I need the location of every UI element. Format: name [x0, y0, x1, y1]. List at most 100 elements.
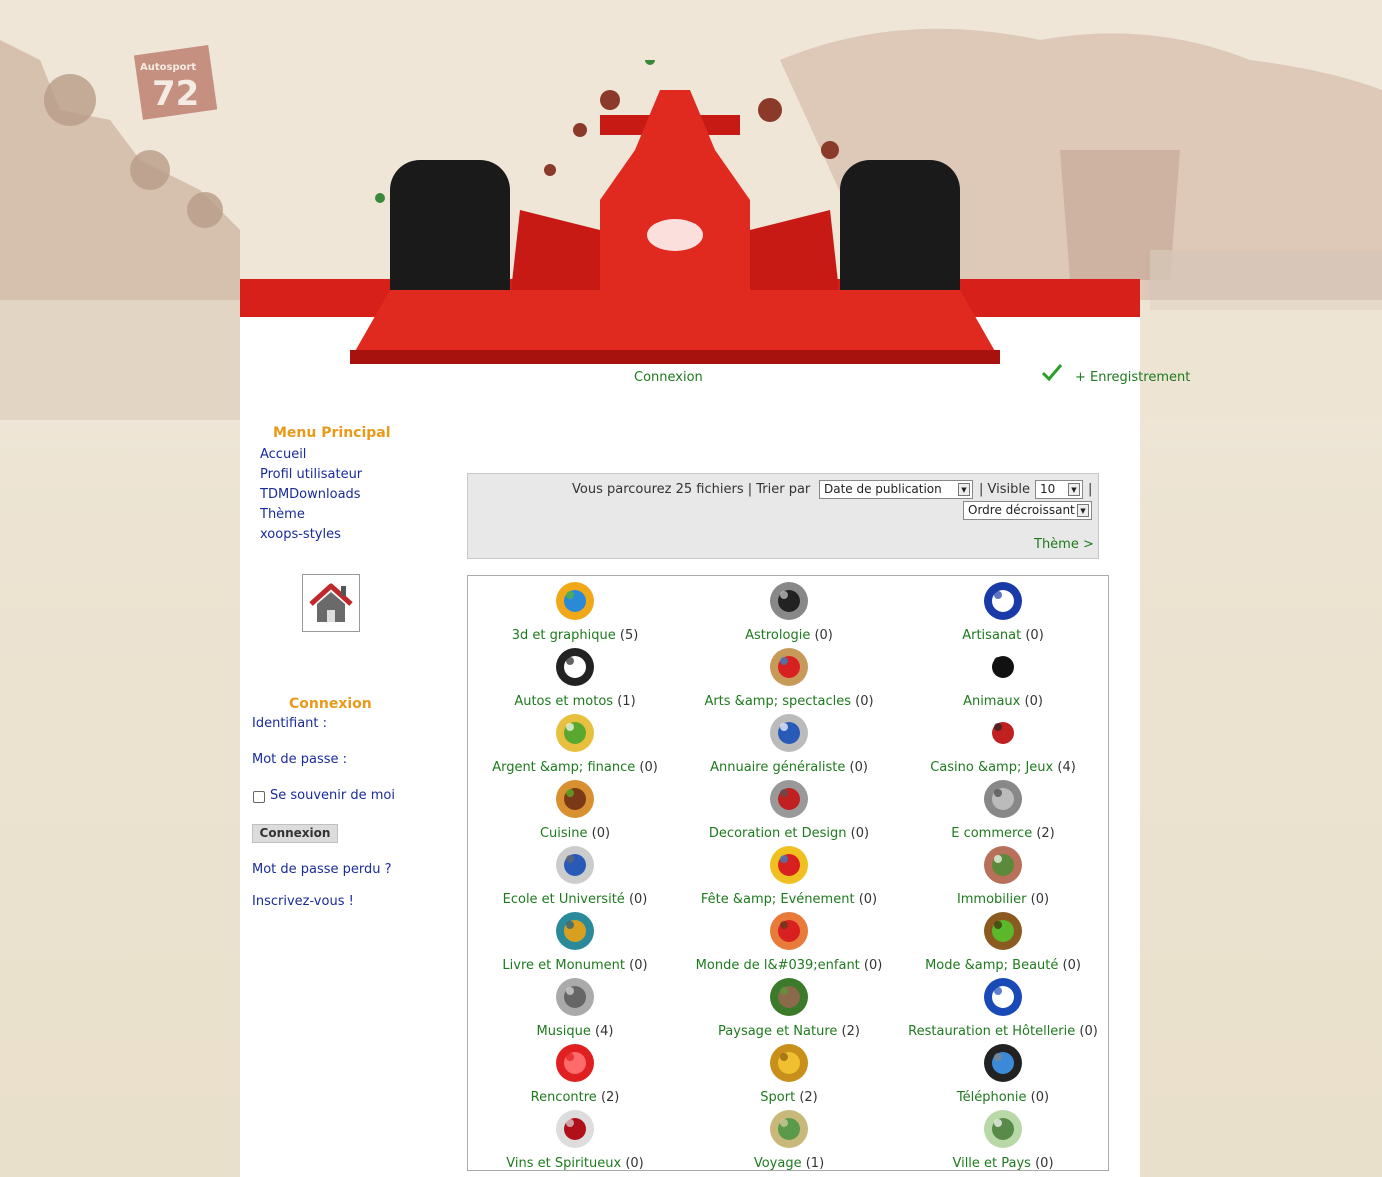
theme-link[interactable]: Thème >	[1034, 537, 1094, 552]
magnifier-icon	[770, 714, 808, 752]
category-name[interactable]: E commerce	[951, 826, 1032, 841]
category-item[interactable]: Astrologie (0)	[682, 578, 896, 644]
menu-item-theme[interactable]: Thème	[260, 507, 305, 522]
category-name[interactable]: Artisanat	[962, 628, 1021, 643]
category-item[interactable]: Annuaire généraliste (0)	[682, 710, 896, 776]
category-label[interactable]: Sport (2)	[682, 1090, 896, 1105]
home-button[interactable]	[302, 574, 360, 632]
category-item[interactable]: Livre et Monument (0)	[468, 908, 682, 974]
category-item[interactable]: 3d et graphique (5)	[468, 578, 682, 644]
category-name[interactable]: Voyage	[754, 1156, 802, 1171]
category-label[interactable]: Animaux (0)	[896, 694, 1110, 709]
category-item[interactable]: Arts &amp; spectacles (0)	[682, 644, 896, 710]
category-label[interactable]: Argent &amp; finance (0)	[468, 760, 682, 775]
category-item[interactable]: Decoration et Design (0)	[682, 776, 896, 842]
category-item[interactable]: Restauration et Hôtellerie (0)	[896, 974, 1110, 1040]
category-item[interactable]: Autos et motos (1)	[468, 644, 682, 710]
category-label[interactable]: Téléphonie (0)	[896, 1090, 1110, 1105]
category-name[interactable]: Immobilier	[957, 892, 1027, 907]
category-name[interactable]: Monde de l&#039;enfant	[696, 958, 860, 973]
category-item[interactable]: Casino &amp; Jeux (4)	[896, 710, 1110, 776]
visible-select[interactable]: 10 ▼	[1035, 480, 1083, 499]
category-item[interactable]: Voyage (1)	[682, 1106, 896, 1172]
category-label[interactable]: Arts &amp; spectacles (0)	[682, 694, 896, 709]
category-name[interactable]: Animaux	[963, 694, 1020, 709]
category-label[interactable]: Musique (4)	[468, 1024, 682, 1039]
category-name[interactable]: Casino &amp; Jeux	[930, 760, 1053, 775]
category-label[interactable]: Astrologie (0)	[682, 628, 896, 643]
lost-password-link[interactable]: Mot de passe perdu ?	[252, 862, 392, 877]
category-name[interactable]: Decoration et Design	[709, 826, 847, 841]
category-item[interactable]: Musique (4)	[468, 974, 682, 1040]
category-label[interactable]: Voyage (1)	[682, 1156, 896, 1171]
category-name[interactable]: Vins et Spiritueux	[506, 1156, 621, 1171]
category-label[interactable]: E commerce (2)	[896, 826, 1110, 841]
category-item[interactable]: E commerce (2)	[896, 776, 1110, 842]
remember-me-checkbox[interactable]	[253, 791, 265, 803]
menu-item-accueil[interactable]: Accueil	[260, 447, 306, 462]
motorbike-icon	[556, 648, 594, 686]
menu-item-tdmdownloads[interactable]: TDMDownloads	[260, 487, 361, 502]
category-name[interactable]: Livre et Monument	[502, 958, 625, 973]
category-item[interactable]: Vins et Spiritueux (0)	[468, 1106, 682, 1172]
category-label[interactable]: Annuaire généraliste (0)	[682, 760, 896, 775]
category-name[interactable]: Sport	[760, 1090, 795, 1105]
category-item[interactable]: Monde de l&#039;enfant (0)	[682, 908, 896, 974]
category-name[interactable]: Argent &amp; finance	[492, 760, 635, 775]
category-label[interactable]: Restauration et Hôtellerie (0)	[896, 1024, 1110, 1039]
header-login-link[interactable]: Connexion	[634, 370, 703, 385]
category-count: (0)	[858, 892, 878, 907]
category-label[interactable]: Mode &amp; Beauté (0)	[896, 958, 1110, 973]
category-name[interactable]: Annuaire généraliste	[710, 760, 845, 775]
category-name[interactable]: Cuisine	[540, 826, 588, 841]
category-label[interactable]: Paysage et Nature (2)	[682, 1024, 896, 1039]
category-label[interactable]: Monde de l&#039;enfant (0)	[682, 958, 896, 973]
category-item[interactable]: Sport (2)	[682, 1040, 896, 1106]
category-label[interactable]: Casino &amp; Jeux (4)	[896, 760, 1110, 775]
category-item[interactable]: Téléphonie (0)	[896, 1040, 1110, 1106]
category-label[interactable]: Ecole et Université (0)	[468, 892, 682, 907]
category-item[interactable]: Argent &amp; finance (0)	[468, 710, 682, 776]
category-label[interactable]: Livre et Monument (0)	[468, 958, 682, 973]
header-register-link[interactable]: + Enregistrement	[1075, 370, 1190, 385]
menu-item-profil[interactable]: Profil utilisateur	[260, 467, 362, 482]
category-name[interactable]: Ville et Pays	[952, 1156, 1031, 1171]
category-label[interactable]: Rencontre (2)	[468, 1090, 682, 1105]
category-name[interactable]: Astrologie	[745, 628, 810, 643]
category-item[interactable]: Animaux (0)	[896, 644, 1110, 710]
category-item[interactable]: Fête &amp; Evénement (0)	[682, 842, 896, 908]
category-label[interactable]: Artisanat (0)	[896, 628, 1110, 643]
category-name[interactable]: Fête &amp; Evénement	[701, 892, 855, 907]
category-name[interactable]: Arts &amp; spectacles	[704, 694, 851, 709]
category-item[interactable]: Rencontre (2)	[468, 1040, 682, 1106]
category-name[interactable]: Mode &amp; Beauté	[925, 958, 1058, 973]
menu-item-xoops-styles[interactable]: xoops-styles	[260, 527, 341, 542]
category-label[interactable]: 3d et graphique (5)	[468, 628, 682, 643]
category-name[interactable]: Autos et motos	[514, 694, 613, 709]
category-name[interactable]: Téléphonie	[957, 1090, 1027, 1105]
category-label[interactable]: Autos et motos (1)	[468, 694, 682, 709]
category-item[interactable]: Immobilier (0)	[896, 842, 1110, 908]
category-name[interactable]: 3d et graphique	[512, 628, 616, 643]
category-label[interactable]: Vins et Spiritueux (0)	[468, 1156, 682, 1171]
category-name[interactable]: Paysage et Nature	[718, 1024, 837, 1039]
category-item[interactable]: Artisanat (0)	[896, 578, 1110, 644]
category-item[interactable]: Ecole et Université (0)	[468, 842, 682, 908]
category-label[interactable]: Decoration et Design (0)	[682, 826, 896, 841]
category-label[interactable]: Cuisine (0)	[468, 826, 682, 841]
category-name[interactable]: Ecole et Université	[503, 892, 625, 907]
category-item[interactable]: Ville et Pays (0)	[896, 1106, 1110, 1172]
category-name[interactable]: Musique	[537, 1024, 591, 1039]
category-item[interactable]: Paysage et Nature (2)	[682, 974, 896, 1040]
category-name[interactable]: Rencontre	[531, 1090, 597, 1105]
sort-select[interactable]: Date de publication ▼	[819, 480, 973, 499]
login-submit-button[interactable]: Connexion	[252, 824, 338, 843]
category-label[interactable]: Fête &amp; Evénement (0)	[682, 892, 896, 907]
category-item[interactable]: Cuisine (0)	[468, 776, 682, 842]
order-select[interactable]: Ordre décroissant ▼	[963, 501, 1092, 520]
category-item[interactable]: Mode &amp; Beauté (0)	[896, 908, 1110, 974]
category-label[interactable]: Ville et Pays (0)	[896, 1156, 1110, 1171]
register-link[interactable]: Inscrivez-vous !	[252, 894, 354, 909]
category-label[interactable]: Immobilier (0)	[896, 892, 1110, 907]
category-name[interactable]: Restauration et Hôtellerie	[908, 1024, 1075, 1039]
